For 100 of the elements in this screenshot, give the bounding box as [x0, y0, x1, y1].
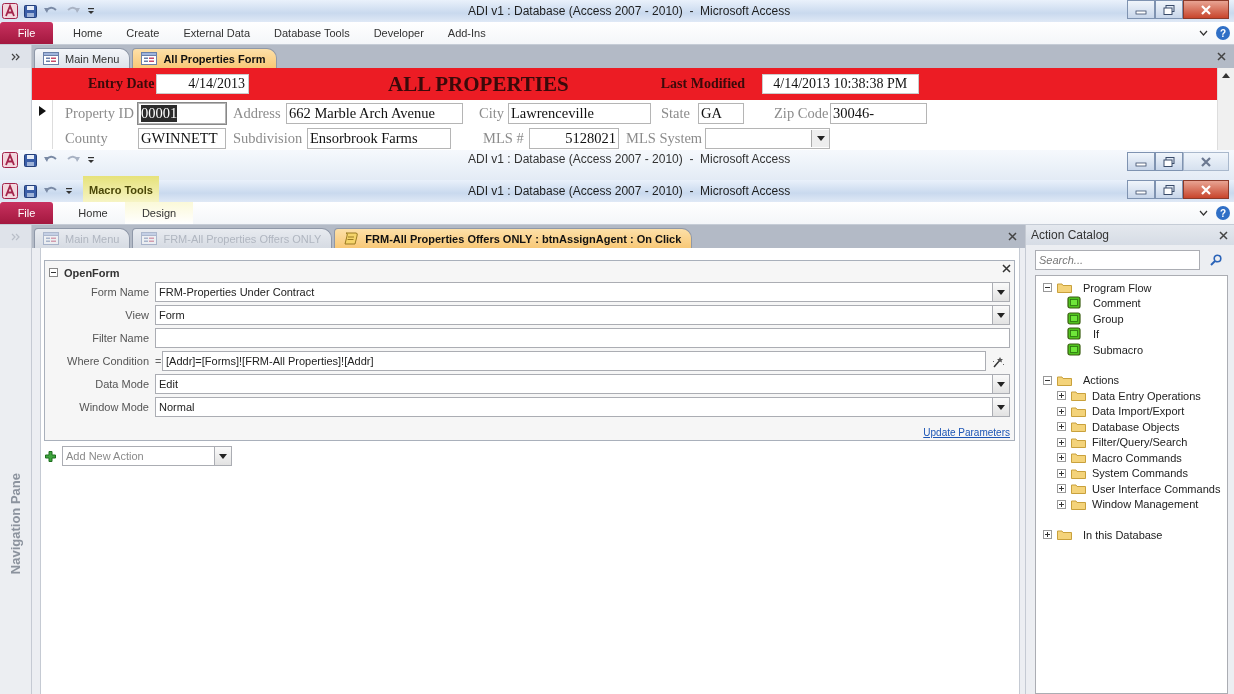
ribbon-tab[interactable]: External Data — [171, 22, 263, 44]
document-tab[interactable]: Main Menu — [34, 48, 131, 68]
expand-icon[interactable] — [1057, 453, 1066, 463]
expand-icon[interactable] — [1057, 406, 1066, 416]
ribbon-tab[interactable]: Design — [125, 202, 193, 224]
form-icon — [43, 232, 59, 245]
close-button[interactable] — [1183, 0, 1229, 19]
ribbon-tab[interactable]: Database Tools — [262, 22, 362, 44]
ribbon-tab[interactable]: Add-Ins — [435, 22, 498, 44]
text-field[interactable]: GWINNETT — [138, 127, 226, 149]
search-icon[interactable] — [1210, 254, 1222, 266]
window-title: ADI v1 : Database (Access 2007 - 2010) - Microsoft Access — [468, 4, 792, 18]
expand-pane-icon[interactable] — [10, 52, 21, 61]
close-button[interactable] — [1183, 180, 1229, 199]
text-field[interactable]: GA — [698, 102, 744, 124]
app-logo-icon — [2, 183, 18, 199]
expand-icon[interactable] — [1043, 530, 1052, 540]
save-icon[interactable] — [24, 184, 37, 198]
help-button[interactable]: ? — [1216, 26, 1230, 40]
macro-block-icon — [1067, 327, 1082, 342]
tree-item[interactable]: User Interface Commands — [1092, 482, 1221, 495]
macro-block-icon — [1067, 342, 1082, 357]
save-icon[interactable] — [24, 4, 37, 18]
date-field[interactable]: 4/14/2013 10:38:38 PM — [761, 74, 919, 94]
field-label: Subdivision — [233, 129, 304, 147]
document-tab[interactable]: All Properties Form — [132, 48, 277, 68]
customize-toolbar-icon[interactable] — [65, 186, 73, 196]
ribbon-tab[interactable]: Create — [114, 22, 172, 44]
window-title: ADI v1 : Database (Access 2007 - 2010) - Microsoft Access — [468, 184, 792, 198]
ribbon-tab[interactable]: Home — [61, 22, 115, 44]
dropdown-arrow-icon — [997, 381, 1005, 387]
field-label: State — [661, 104, 691, 122]
expand-icon[interactable] — [1057, 468, 1066, 478]
search-field[interactable]: Search... — [1035, 250, 1200, 270]
tree-item[interactable]: Submacro — [1093, 343, 1144, 356]
tree-item[interactable]: Comment — [1093, 297, 1141, 310]
date-field[interactable]: 4/14/2013 — [156, 74, 249, 94]
collapse-icon[interactable] — [1043, 375, 1052, 385]
ribbon-tab[interactable]: File — [0, 22, 53, 44]
tree-item[interactable]: Actions — [1083, 374, 1120, 387]
macro-block-icon — [1067, 296, 1082, 311]
ribbon-tab[interactable]: File — [0, 202, 53, 224]
restore-button[interactable] — [1155, 180, 1183, 199]
text-field[interactable]: Lawrenceville — [508, 102, 651, 124]
tree-item[interactable]: Data Import/Export — [1092, 405, 1185, 418]
tree-item[interactable]: Group — [1093, 312, 1124, 325]
collapse-icon[interactable] — [49, 268, 58, 277]
macro-scroll-icon — [343, 231, 360, 246]
document-tab[interactable]: FRM-All Properties Offers ONLY : btnAssignAgent : On Click — [334, 228, 693, 248]
tree-item[interactable]: Database Objects — [1092, 420, 1180, 433]
collapse-icon[interactable] — [1043, 283, 1052, 293]
tree-item[interactable]: If — [1093, 328, 1100, 341]
macro-block-icon — [1067, 311, 1082, 326]
close-icon — [1200, 184, 1212, 195]
text-field[interactable]: 5128021 — [529, 127, 619, 149]
text-field[interactable]: 662 Marble Arch Avenue — [286, 102, 463, 124]
expand-icon[interactable] — [1057, 499, 1066, 509]
tree-item[interactable]: In this Database — [1083, 528, 1163, 541]
help-button[interactable]: ? — [1216, 206, 1230, 220]
folder-icon — [1057, 282, 1072, 294]
minimize-ribbon-icon[interactable] — [1199, 209, 1208, 217]
dropdown-arrow-icon — [997, 404, 1005, 410]
expand-icon[interactable] — [1057, 422, 1066, 432]
close-icon[interactable] — [1008, 232, 1017, 241]
argument-label: Form Name — [89, 286, 149, 298]
argument-dropdown[interactable]: FRM-Properties Under Contract — [155, 282, 1010, 302]
restore-button[interactable] — [1155, 0, 1183, 19]
expand-icon[interactable] — [1057, 391, 1066, 401]
ribbon-tab[interactable]: Developer — [361, 22, 436, 44]
close-icon[interactable] — [1219, 230, 1228, 240]
text-field[interactable]: 00001 — [138, 102, 226, 124]
tree-item[interactable]: Macro Commands — [1092, 451, 1182, 464]
expand-icon[interactable] — [1057, 437, 1066, 447]
argument-dropdown[interactable]: Edit — [155, 374, 1010, 394]
customize-toolbar-icon[interactable] — [87, 6, 95, 16]
delete-action-icon[interactable] — [1002, 264, 1011, 273]
argument-dropdown[interactable]: Normal — [155, 397, 1010, 417]
ribbon-tab[interactable]: Home — [61, 202, 125, 224]
expand-icon[interactable] — [1057, 484, 1066, 494]
folder-icon — [1071, 405, 1086, 417]
tree-item[interactable]: Data Entry Operations — [1092, 389, 1201, 402]
close-icon[interactable] — [1217, 52, 1226, 61]
tree-item[interactable]: Window Management — [1092, 498, 1199, 511]
argument-label: Window Mode — [78, 401, 149, 413]
argument-field[interactable] — [155, 328, 1010, 348]
folder-icon — [1071, 436, 1086, 448]
minimize-ribbon-icon[interactable] — [1199, 29, 1208, 37]
expression-field[interactable]: [Addr]=[Forms]![FRM-All Properties]![Addr] — [162, 351, 986, 371]
tree-item[interactable]: Program Flow — [1083, 281, 1152, 294]
add-action-dropdown[interactable]: Add New Action — [62, 446, 232, 466]
field-label: Address — [233, 104, 282, 122]
dropdown-arrow-icon — [816, 135, 825, 141]
tree-item[interactable]: System Commands — [1092, 467, 1188, 480]
update-parameters-link[interactable]: Update Parameters — [923, 427, 1010, 438]
text-field[interactable]: Ensorbrook Farms — [307, 127, 451, 149]
form-icon — [141, 232, 158, 245]
form-heading: ALL PROPERTIES — [388, 71, 569, 97]
tree-item[interactable]: Filter/Query/Search — [1092, 436, 1188, 449]
argument-dropdown[interactable]: Form — [155, 305, 1010, 325]
text-field[interactable]: 30046- — [830, 102, 927, 124]
